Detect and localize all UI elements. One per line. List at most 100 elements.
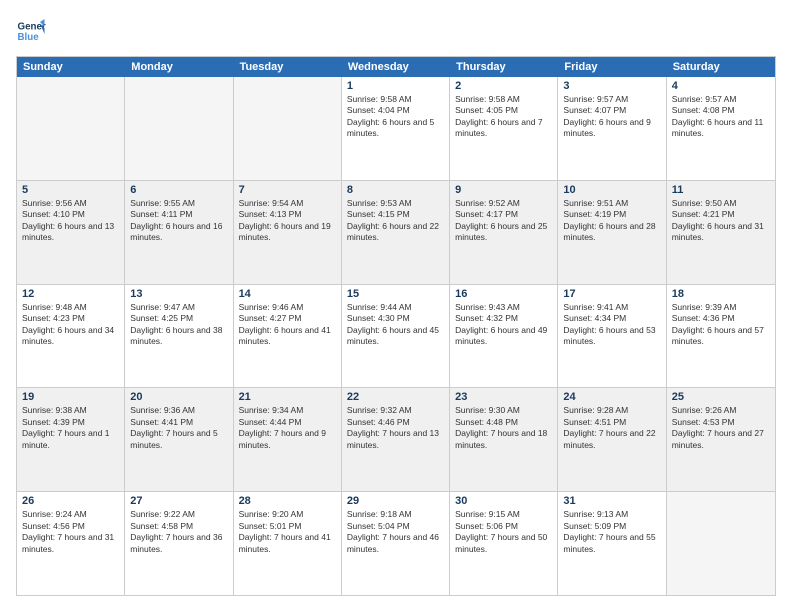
day-info: Sunrise: 9:47 AM Sunset: 4:25 PM Dayligh…: [130, 302, 227, 348]
day-info: Sunrise: 9:56 AM Sunset: 4:10 PM Dayligh…: [22, 198, 119, 244]
day-info: Sunrise: 9:39 AM Sunset: 4:36 PM Dayligh…: [672, 302, 770, 348]
calendar-cell-2-4: 16Sunrise: 9:43 AM Sunset: 4:32 PM Dayli…: [450, 285, 558, 388]
calendar-cell-0-6: 4 Sunrise: 9:57 AM Sunset: 4:08 PM Daylig…: [667, 77, 775, 180]
day-number: 7: [239, 184, 336, 196]
day-info: Sunrise: 9:43 AM Sunset: 4:32 PM Dayligh…: [455, 302, 552, 348]
calendar-cell-0-2: [234, 77, 342, 180]
calendar-body: 1 Sunrise: 9:58 AM Sunset: 4:04 PM Daylig…: [17, 77, 775, 595]
day-number: 18: [672, 288, 770, 300]
header-day-tuesday: Tuesday: [234, 57, 342, 77]
day-number: 13: [130, 288, 227, 300]
day-info: Sunrise: 9:44 AM Sunset: 4:30 PM Dayligh…: [347, 302, 444, 348]
calendar-cell-3-3: 22Sunrise: 9:32 AM Sunset: 4:46 PM Dayli…: [342, 388, 450, 491]
day-info: Sunrise: 9:53 AM Sunset: 4:15 PM Dayligh…: [347, 198, 444, 244]
calendar-cell-2-2: 14 Sunrise: 9:46 AM Sunset: 4:27 PM Dayli…: [234, 285, 342, 388]
day-number: 8: [347, 184, 444, 196]
logo-icon: General Blue: [16, 16, 46, 46]
header-day-thursday: Thursday: [450, 57, 558, 77]
calendar-cell-0-0: [17, 77, 125, 180]
calendar: SundayMondayTuesdayWednesdayThursdayFrid…: [16, 56, 776, 596]
calendar-cell-4-4: 30 Sunrise: 9:15 AM Sunset: 5:06 PM Dayli…: [450, 492, 558, 595]
day-number: 25: [672, 391, 770, 403]
day-info: Sunrise: 9:18 AM Sunset: 5:04 PM Dayligh…: [347, 509, 444, 555]
calendar-row-4: 26Sunrise: 9:24 AM Sunset: 4:56 PM Dayli…: [17, 491, 775, 595]
day-number: 2: [455, 80, 552, 92]
day-number: 23: [455, 391, 552, 403]
calendar-cell-1-0: 5 Sunrise: 9:56 AM Sunset: 4:10 PM Daylig…: [17, 181, 125, 284]
calendar-cell-1-5: 10 Sunrise: 9:51 AM Sunset: 4:19 PM Dayli…: [558, 181, 666, 284]
calendar-cell-3-2: 21Sunrise: 9:34 AM Sunset: 4:44 PM Dayli…: [234, 388, 342, 491]
day-number: 28: [239, 495, 336, 507]
day-info: Sunrise: 9:30 AM Sunset: 4:48 PM Dayligh…: [455, 405, 552, 451]
day-info: Sunrise: 9:22 AM Sunset: 4:58 PM Dayligh…: [130, 509, 227, 555]
calendar-cell-4-5: 31 Sunrise: 9:13 AM Sunset: 5:09 PM Dayli…: [558, 492, 666, 595]
day-info: Sunrise: 9:41 AM Sunset: 4:34 PM Dayligh…: [563, 302, 660, 348]
calendar-cell-4-6: [667, 492, 775, 595]
header-day-sunday: Sunday: [17, 57, 125, 77]
day-number: 24: [563, 391, 660, 403]
day-number: 31: [563, 495, 660, 507]
day-number: 17: [563, 288, 660, 300]
day-number: 20: [130, 391, 227, 403]
day-info: Sunrise: 9:58 AM Sunset: 4:04 PM Dayligh…: [347, 94, 444, 140]
day-number: 4: [672, 80, 770, 92]
day-number: 10: [563, 184, 660, 196]
day-info: Sunrise: 9:51 AM Sunset: 4:19 PM Dayligh…: [563, 198, 660, 244]
day-number: 11: [672, 184, 770, 196]
calendar-cell-4-2: 28 Sunrise: 9:20 AM Sunset: 5:01 PM Dayli…: [234, 492, 342, 595]
day-info: Sunrise: 9:26 AM Sunset: 4:53 PM Dayligh…: [672, 405, 770, 451]
calendar-cell-1-2: 7 Sunrise: 9:54 AM Sunset: 4:13 PM Daylig…: [234, 181, 342, 284]
calendar-cell-0-4: 2 Sunrise: 9:58 AM Sunset: 4:05 PM Daylig…: [450, 77, 558, 180]
header: General Blue: [16, 16, 776, 46]
calendar-cell-0-5: 3 Sunrise: 9:57 AM Sunset: 4:07 PM Daylig…: [558, 77, 666, 180]
calendar-row-3: 19Sunrise: 9:38 AM Sunset: 4:39 PM Dayli…: [17, 387, 775, 491]
calendar-cell-2-6: 18 Sunrise: 9:39 AM Sunset: 4:36 PM Dayli…: [667, 285, 775, 388]
day-info: Sunrise: 9:55 AM Sunset: 4:11 PM Dayligh…: [130, 198, 227, 244]
day-number: 5: [22, 184, 119, 196]
day-number: 19: [22, 391, 119, 403]
day-number: 9: [455, 184, 552, 196]
calendar-cell-1-4: 9 Sunrise: 9:52 AM Sunset: 4:17 PM Daylig…: [450, 181, 558, 284]
day-number: 21: [239, 391, 336, 403]
calendar-cell-2-0: 12 Sunrise: 9:48 AM Sunset: 4:23 PM Dayli…: [17, 285, 125, 388]
calendar-cell-2-1: 13 Sunrise: 9:47 AM Sunset: 4:25 PM Dayli…: [125, 285, 233, 388]
day-info: Sunrise: 9:54 AM Sunset: 4:13 PM Dayligh…: [239, 198, 336, 244]
svg-text:Blue: Blue: [18, 32, 40, 43]
header-day-friday: Friday: [558, 57, 666, 77]
day-info: Sunrise: 9:13 AM Sunset: 5:09 PM Dayligh…: [563, 509, 660, 555]
day-info: Sunrise: 9:58 AM Sunset: 4:05 PM Dayligh…: [455, 94, 552, 140]
day-info: Sunrise: 9:50 AM Sunset: 4:21 PM Dayligh…: [672, 198, 770, 244]
calendar-cell-3-4: 23 Sunrise: 9:30 AM Sunset: 4:48 PM Dayli…: [450, 388, 558, 491]
day-number: 6: [130, 184, 227, 196]
header-day-saturday: Saturday: [667, 57, 775, 77]
calendar-cell-3-5: 24 Sunrise: 9:28 AM Sunset: 4:51 PM Dayli…: [558, 388, 666, 491]
day-info: Sunrise: 9:46 AM Sunset: 4:27 PM Dayligh…: [239, 302, 336, 348]
day-info: Sunrise: 9:48 AM Sunset: 4:23 PM Dayligh…: [22, 302, 119, 348]
day-number: 14: [239, 288, 336, 300]
calendar-cell-3-6: 25 Sunrise: 9:26 AM Sunset: 4:53 PM Dayli…: [667, 388, 775, 491]
calendar-row-1: 5 Sunrise: 9:56 AM Sunset: 4:10 PM Daylig…: [17, 180, 775, 284]
calendar-cell-4-1: 27 Sunrise: 9:22 AM Sunset: 4:58 PM Dayli…: [125, 492, 233, 595]
day-number: 3: [563, 80, 660, 92]
day-info: Sunrise: 9:20 AM Sunset: 5:01 PM Dayligh…: [239, 509, 336, 555]
day-number: 12: [22, 288, 119, 300]
calendar-row-0: 1 Sunrise: 9:58 AM Sunset: 4:04 PM Daylig…: [17, 77, 775, 180]
day-info: Sunrise: 9:57 AM Sunset: 4:08 PM Dayligh…: [672, 94, 770, 140]
day-number: 27: [130, 495, 227, 507]
day-number: 30: [455, 495, 552, 507]
calendar-cell-0-3: 1 Sunrise: 9:58 AM Sunset: 4:04 PM Daylig…: [342, 77, 450, 180]
calendar-cell-2-3: 15 Sunrise: 9:44 AM Sunset: 4:30 PM Dayli…: [342, 285, 450, 388]
day-info: Sunrise: 9:52 AM Sunset: 4:17 PM Dayligh…: [455, 198, 552, 244]
calendar-header: SundayMondayTuesdayWednesdayThursdayFrid…: [17, 57, 775, 77]
calendar-cell-3-1: 20Sunrise: 9:36 AM Sunset: 4:41 PM Dayli…: [125, 388, 233, 491]
day-info: Sunrise: 9:28 AM Sunset: 4:51 PM Dayligh…: [563, 405, 660, 451]
day-number: 1: [347, 80, 444, 92]
calendar-cell-0-1: [125, 77, 233, 180]
calendar-cell-4-3: 29Sunrise: 9:18 AM Sunset: 5:04 PM Dayli…: [342, 492, 450, 595]
header-day-monday: Monday: [125, 57, 233, 77]
calendar-row-2: 12 Sunrise: 9:48 AM Sunset: 4:23 PM Dayli…: [17, 284, 775, 388]
day-info: Sunrise: 9:57 AM Sunset: 4:07 PM Dayligh…: [563, 94, 660, 140]
calendar-cell-1-1: 6 Sunrise: 9:55 AM Sunset: 4:11 PM Daylig…: [125, 181, 233, 284]
day-number: 15: [347, 288, 444, 300]
day-info: Sunrise: 9:15 AM Sunset: 5:06 PM Dayligh…: [455, 509, 552, 555]
